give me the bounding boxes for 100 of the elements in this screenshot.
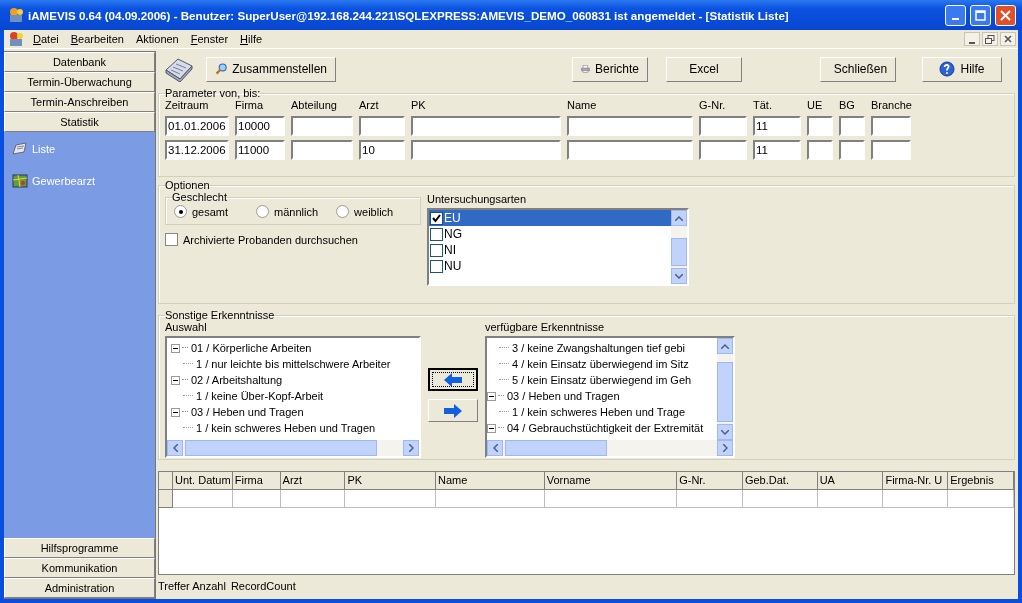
minimize-button[interactable] bbox=[964, 32, 980, 46]
scroll-up-button[interactable] bbox=[717, 338, 733, 354]
column-header[interactable]: PK bbox=[345, 472, 437, 490]
input-field[interactable]: 11000 bbox=[235, 140, 285, 160]
scroll-thumb[interactable] bbox=[717, 362, 733, 422]
column-header[interactable]: Firma bbox=[232, 472, 281, 490]
list-item[interactable]: NG bbox=[429, 226, 671, 242]
sidebar-section[interactable]: Termin-Anschreiben bbox=[4, 92, 155, 112]
tree-item[interactable]: 1 / kein schweres Heben und Tragen bbox=[196, 422, 376, 434]
scroll-down-button[interactable] bbox=[671, 268, 687, 284]
scroll-right-button[interactable] bbox=[717, 440, 733, 456]
scroll-up-button[interactable] bbox=[671, 210, 687, 226]
sidebar-section[interactable]: Datenbank bbox=[4, 52, 155, 72]
add-button[interactable] bbox=[428, 368, 478, 391]
input-field[interactable]: 10000 bbox=[235, 116, 285, 136]
column-header[interactable]: Arzt bbox=[280, 472, 346, 490]
column-header[interactable]: G-Nr. bbox=[677, 472, 743, 490]
tree-item[interactable]: 04 / Gebrauchstüchtigkeit der Extremität bbox=[507, 422, 704, 434]
toolbar-button[interactable]: Zusammenstellen bbox=[206, 56, 336, 82]
column-header[interactable]: UA bbox=[817, 472, 884, 490]
map-icon bbox=[12, 174, 28, 188]
sidebar-section[interactable]: Kommunikation bbox=[4, 558, 155, 578]
restore-button[interactable] bbox=[982, 32, 998, 46]
input-field[interactable]: 01.01.2006 bbox=[165, 116, 229, 136]
input-field[interactable] bbox=[567, 116, 693, 136]
sidebar-section[interactable]: Termin-Überwachung bbox=[4, 72, 155, 92]
input-field[interactable] bbox=[871, 140, 911, 160]
close-button[interactable] bbox=[1000, 32, 1016, 46]
input-field[interactable] bbox=[699, 116, 747, 136]
input-field[interactable] bbox=[839, 116, 865, 136]
tree-item[interactable]: 3 / keine Zwangshaltungen tief gebi bbox=[512, 342, 686, 354]
remove-button[interactable] bbox=[428, 399, 478, 422]
input-field[interactable]: 11 bbox=[753, 140, 801, 160]
tree-item[interactable]: 1 / keine Über-Kopf-Arbeit bbox=[196, 390, 324, 402]
input-field[interactable]: 11 bbox=[753, 116, 801, 136]
input-field[interactable] bbox=[567, 140, 693, 160]
radio-option[interactable]: weiblich bbox=[336, 205, 394, 218]
tree-item[interactable]: 1 / kein schweres Heben und Trage bbox=[512, 406, 686, 418]
input-field[interactable] bbox=[359, 116, 405, 136]
input-field[interactable] bbox=[807, 140, 833, 160]
input-field[interactable] bbox=[699, 140, 747, 160]
radio-option[interactable]: männlich bbox=[256, 205, 319, 218]
tree-item[interactable]: 1 / nur leichte bis mittelschwere Arbeiter bbox=[196, 358, 391, 370]
sidebar-section[interactable]: Statistik bbox=[4, 112, 155, 132]
column-header[interactable]: Ergebnis bbox=[948, 472, 1014, 490]
sidebar-section[interactable]: Hilfsprogramme bbox=[4, 538, 155, 558]
vertical-scrollbar[interactable] bbox=[671, 210, 687, 284]
tree-item[interactable]: 03 / Heben und Tragen bbox=[507, 390, 620, 402]
toolbar-button[interactable]: Excel bbox=[666, 56, 742, 82]
checkbox-option[interactable]: Archivierte Probanden durchsuchen bbox=[165, 233, 421, 246]
menu-item[interactable]: Datei bbox=[28, 33, 64, 45]
input-field[interactable] bbox=[807, 116, 833, 136]
sidebar-section[interactable]: Administration bbox=[4, 578, 155, 598]
menu-item[interactable]: Hilfe bbox=[235, 33, 268, 45]
column-header[interactable]: Geb.Dat. bbox=[742, 472, 818, 490]
toolbar-button[interactable]: Schließen bbox=[820, 56, 896, 82]
menu-item[interactable]: Bearbeiten bbox=[65, 33, 129, 45]
menu-item[interactable]: Aktionen bbox=[130, 33, 184, 45]
scroll-thumb[interactable] bbox=[505, 440, 607, 456]
collapse-toggle[interactable] bbox=[171, 375, 180, 385]
radio-option[interactable]: gesamt bbox=[174, 205, 229, 218]
collapse-toggle[interactable] bbox=[171, 343, 180, 353]
menu-item[interactable]: Fenster bbox=[185, 33, 234, 45]
scroll-thumb[interactable] bbox=[185, 440, 377, 456]
scroll-left-button[interactable] bbox=[167, 440, 183, 456]
scroll-left-button[interactable] bbox=[487, 440, 503, 456]
column-header[interactable]: Name bbox=[436, 472, 545, 490]
minimize-icon bbox=[952, 18, 959, 20]
input-field[interactable] bbox=[291, 140, 353, 160]
row-header[interactable] bbox=[159, 490, 173, 508]
input-field[interactable] bbox=[871, 116, 911, 136]
tree-item[interactable]: 03 / Heben und Tragen bbox=[191, 406, 304, 418]
input-field[interactable]: 10 bbox=[359, 140, 405, 160]
input-field[interactable] bbox=[291, 116, 353, 136]
vertical-scrollbar[interactable] bbox=[717, 338, 733, 440]
scroll-right-button[interactable] bbox=[403, 440, 419, 456]
input-field[interactable] bbox=[411, 116, 561, 136]
tree-item[interactable]: 02 / Arbeitshaltung bbox=[191, 374, 283, 386]
list-item[interactable]: NU bbox=[429, 258, 671, 274]
tree-item[interactable]: 01 / Körperliche Arbeiten bbox=[191, 342, 312, 354]
input-field[interactable] bbox=[839, 140, 865, 160]
list-item[interactable]: NI bbox=[429, 242, 671, 258]
toolbar-button[interactable]: Berichte bbox=[572, 56, 648, 82]
column-header[interactable]: Vorname bbox=[544, 472, 678, 490]
column-header[interactable]: Unt. Datum bbox=[172, 472, 233, 490]
collapse-toggle[interactable] bbox=[487, 423, 496, 433]
scroll-thumb[interactable] bbox=[671, 238, 687, 266]
input-field[interactable] bbox=[411, 140, 561, 160]
list-item[interactable]: EU bbox=[429, 210, 671, 226]
column-header[interactable]: Firma-Nr. U bbox=[883, 472, 949, 490]
maximize-button[interactable] bbox=[970, 4, 991, 26]
horizontal-scrollbar[interactable] bbox=[167, 440, 419, 456]
collapse-toggle[interactable] bbox=[487, 391, 496, 401]
tree-item[interactable]: 5 / kein Einsatz überwiegend im Geh bbox=[512, 374, 692, 386]
collapse-toggle[interactable] bbox=[171, 407, 180, 417]
scroll-down-button[interactable] bbox=[717, 424, 733, 440]
input-field[interactable]: 31.12.2006 bbox=[165, 140, 229, 160]
toolbar-button[interactable]: Hilfe bbox=[922, 56, 1002, 82]
horizontal-scrollbar[interactable] bbox=[487, 440, 733, 456]
tree-item[interactable]: 4 / kein Einsatz überwiegend im Sitz bbox=[512, 358, 689, 370]
